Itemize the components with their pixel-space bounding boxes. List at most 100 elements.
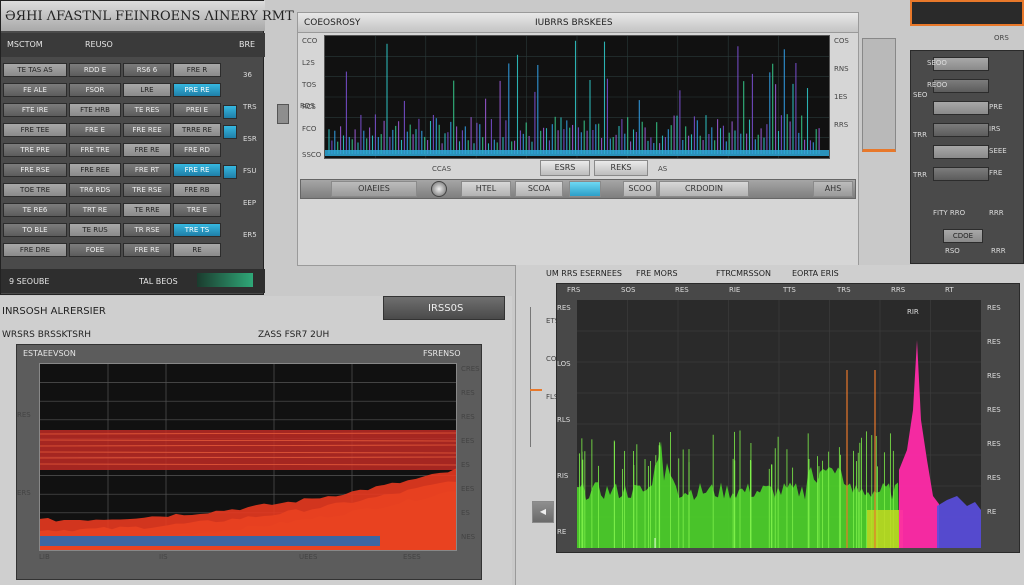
grid-cell[interactable]: RS6 6 — [123, 63, 171, 77]
spectrum2-frame: FRS SOS RES RIE TTS TRS RRS RT RIR RES RES RES RES… — [556, 283, 1020, 553]
axis-tick-label: RT — [945, 286, 954, 294]
grid-cell[interactable]: PREI E — [173, 103, 221, 117]
axis-tick-label: IIS — [159, 553, 168, 561]
spectrum-title-bar: COEOSROSY IUBRRS BRSKEES — [298, 13, 858, 33]
axis-tick-label: SOS — [621, 286, 636, 294]
grid-cell[interactable]: TRE TS — [173, 223, 221, 237]
grid-cell[interactable]: FRE RD — [173, 143, 221, 157]
axis-tick-label: CRES — [461, 365, 480, 373]
toolbar-button-6[interactable]: AHS — [813, 181, 853, 197]
grid-cell[interactable]: FTE HRB — [69, 103, 121, 117]
grid-cell[interactable]: FRE RT — [123, 163, 171, 177]
grid-cell[interactable]: FRE R — [173, 63, 221, 77]
side-row[interactable] — [933, 145, 989, 159]
grid-cell[interactable]: FRE RSE — [3, 163, 67, 177]
grid-cell[interactable]: FRE REE — [123, 123, 171, 137]
side-row[interactable] — [933, 167, 989, 181]
grid-cell[interactable]: LRE — [123, 83, 171, 97]
grid-cell[interactable]: TE RES — [123, 103, 171, 117]
toolbar-button-1[interactable]: OIAEIES — [331, 181, 417, 197]
grid-cell[interactable]: FOEE — [69, 243, 121, 257]
grid-cell[interactable]: TR RSE — [123, 223, 171, 237]
waterfall-frame: ESTAEEVSON FSRENSO CRES RES RES EES ES EES ES N… — [16, 344, 482, 580]
grid-cell[interactable]: TE RRE — [123, 203, 171, 217]
mid-button-2[interactable]: REKS — [594, 160, 648, 176]
side-input[interactable]: CDOE — [943, 229, 983, 243]
axis-tick-label: EES — [461, 485, 475, 493]
grid-cell[interactable]: FRE RE — [123, 243, 171, 257]
grid-cell[interactable]: TE RUS — [69, 223, 121, 237]
grid-cell[interactable]: TO BLE — [3, 223, 67, 237]
top-left-window: ƏЯHI ΛFASTNL FEINROENS ΛINERY RMT MSCTOM… — [0, 0, 294, 295]
toolbar-button-cyan[interactable] — [569, 181, 601, 197]
grid-cell[interactable]: RDD E — [69, 63, 121, 77]
toolbar-button-4[interactable]: SCOO — [623, 181, 657, 197]
axis-tick-label: L2S — [302, 59, 315, 67]
axis-tick-label: EES — [461, 437, 475, 445]
axis-tick-label: LOS — [557, 360, 571, 368]
blue-floor — [40, 536, 380, 546]
toolbar-button-5[interactable]: CRDODIN — [659, 181, 749, 197]
toolbar-button-3[interactable]: SCOA — [515, 181, 563, 197]
axis-tick-label: RE — [987, 508, 997, 516]
grid-cell[interactable]: FRE REE — [69, 163, 121, 177]
grid-cell[interactable]: FSOR — [69, 83, 121, 97]
grid-cell[interactable]: FRE DRE — [3, 243, 67, 257]
grid-cell[interactable]: TRE E — [173, 203, 221, 217]
top-right-rows: SEOO REOO PRE IRS SEEE FRE SEO TRR TRR FITY RRO RR… — [911, 51, 1024, 265]
grid-cell[interactable]: TR6 RDS — [69, 183, 121, 197]
grid-cell[interactable]: TRRE RE — [173, 123, 221, 137]
grid-cell[interactable]: FRE TEE — [3, 123, 67, 137]
axis-tick-label: RIS — [557, 472, 569, 480]
waterfall-title-right: FSRENSO — [423, 349, 461, 358]
small-side-icon[interactable] — [277, 104, 289, 124]
grid-cell[interactable]: FRE RE — [173, 163, 221, 177]
axis-tick-label: CCO — [302, 37, 318, 45]
grid-cell[interactable]: FRE TRE — [69, 143, 121, 157]
spectrum2-top-axis: FRS SOS RES RIE TTS TRS RRS RT — [567, 286, 987, 298]
grid-cell[interactable]: TOE TRE — [3, 183, 67, 197]
axis-tick-label: RES — [987, 406, 1001, 414]
grid-side-value: EEP — [243, 199, 257, 207]
grid-side-tab[interactable] — [223, 125, 237, 139]
axis-tick-label: RES — [987, 440, 1001, 448]
grid-cell[interactable]: FRE E — [69, 123, 121, 137]
axis-tick-label: RES — [987, 474, 1001, 482]
spectrum-side-tick: RDS — [300, 102, 315, 110]
grid-side-tab[interactable] — [223, 165, 237, 179]
header-label: FTRCMRSSON — [716, 269, 771, 278]
grid-cell[interactable]: TRT RE — [69, 203, 121, 217]
mid-button-1[interactable]: ESRS — [540, 160, 590, 176]
spectrum2-plot: RIR — [577, 300, 981, 548]
grid-cell[interactable]: TE TAS AS — [3, 63, 67, 77]
waterfall-title-left: ESTAEEVSON — [23, 349, 76, 358]
grid-cell[interactable]: TRE RSE — [123, 183, 171, 197]
grid-side-tab[interactable] — [223, 105, 237, 119]
axis-tick-label: TOS — [302, 81, 317, 89]
footer-left: 9 SEOUBE — [9, 277, 50, 286]
yellow-region — [867, 510, 903, 548]
grid-cell[interactable]: RE — [173, 243, 221, 257]
grid-cell[interactable]: FRE RB — [173, 183, 221, 197]
side-row[interactable] — [933, 123, 989, 137]
footer-green-indicator — [197, 273, 253, 287]
axis-tick-label: RES — [987, 338, 1001, 346]
axis-tick-label: ERS — [17, 489, 31, 497]
header-col-2: REUSO — [85, 40, 113, 49]
grid-cell[interactable]: FTE IRE — [3, 103, 67, 117]
spectrum-bottom-label: SSCO — [302, 151, 322, 159]
grid-cell[interactable]: PRE RE — [173, 83, 221, 97]
spectrum-title-center: IUBRRS BRSKEES — [535, 18, 613, 28]
grid-cell[interactable]: TE RE6 — [3, 203, 67, 217]
grid-cell[interactable]: FE ALE — [3, 83, 67, 97]
toolbar-knob-icon[interactable] — [431, 181, 447, 197]
grid-cell[interactable]: FRE RE — [123, 143, 171, 157]
grid-cell[interactable]: TRE PRE — [3, 143, 67, 157]
side-row[interactable] — [933, 101, 989, 115]
scroll-left-button[interactable]: ◀ — [532, 501, 554, 523]
axis-tick-label: RES — [461, 413, 475, 421]
axis-tick-label: TTS — [783, 286, 796, 294]
waterfall-plot-bg — [39, 363, 457, 551]
toolbar-button-2[interactable]: HTEL — [461, 181, 511, 197]
side-tick: TRR — [913, 171, 928, 179]
